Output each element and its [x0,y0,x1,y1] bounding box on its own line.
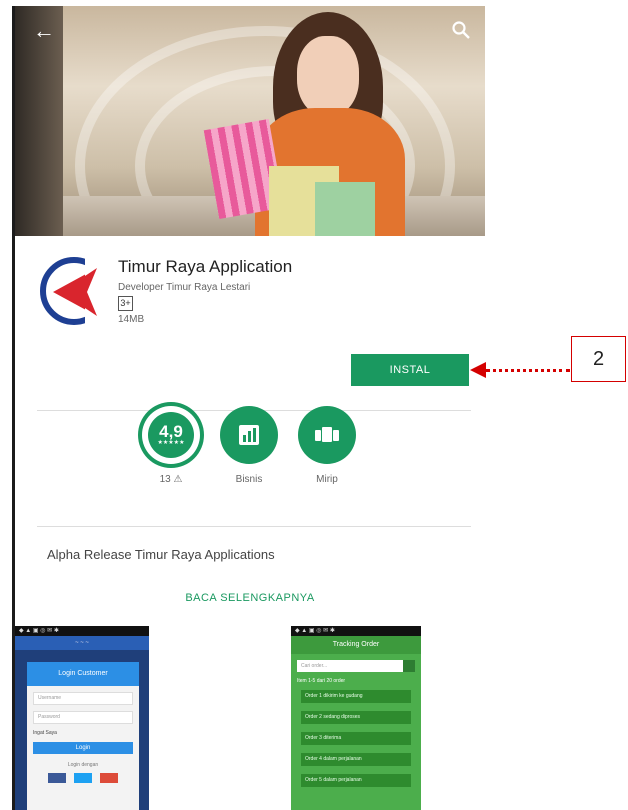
search-go-icon [403,660,415,672]
screenshot-tracking[interactable]: ◆ ▲ ▣ ◎ ✉ ✱ Tracking Order Cari order...… [291,626,421,810]
similar-stat[interactable]: Mirip [287,406,367,485]
developer-link[interactable]: Developer Timur Raya Lestari [118,282,250,293]
remember-checkbox: Ingat Saya [33,730,57,736]
tracking-row: Order 1 dikirim ke gudang [301,690,411,703]
chart-icon [239,425,259,445]
app-size: 14MB [118,314,145,325]
tracking-row: Order 2 sedang diproses [301,711,411,724]
annotation-dotted-line [486,369,570,372]
app-navbar: ~ ~ ~ [15,636,149,650]
woman-face [297,36,359,116]
read-more-link[interactable]: BACA SELENGKAPNYA [15,592,485,604]
annotation-number-box: 2 [571,336,626,382]
app-description: Alpha Release Timur Raya Applications [47,547,275,562]
google-icon [100,773,118,783]
social-separator: Login dengan [67,762,99,768]
similar-apps-icon [315,427,339,442]
divider [37,526,471,527]
similar-circle [298,406,356,464]
password-field: Password [33,711,133,724]
rating-stat[interactable]: 4,9 ★★★★★ 13 ⚠ [131,406,211,485]
login-header: Login Customer [27,662,139,686]
screenshot-login[interactable]: ◆ ▲ ▣ ◎ ✉ ✱ ~ ~ ~ Login Customer Usernam… [15,626,149,810]
category-circle [220,406,278,464]
tracking-search: Cari order... [297,660,415,672]
search-icon[interactable] [451,20,471,40]
category-stat[interactable]: Bisnis [209,406,289,485]
install-button[interactable]: INSTAL [351,354,469,386]
twitter-icon [74,773,92,783]
similar-label: Mirip [316,474,338,485]
login-card: Login Customer Username Password Ingat S… [27,662,139,810]
social-buttons [33,773,133,783]
rating-count: 13 ⚠ [159,474,183,485]
facebook-icon [48,773,66,783]
content-rating-badge: 3+ [118,296,133,311]
tracking-row: Order 3 diterima [301,732,411,745]
play-store-page: ← Timur Raya Application Developer Timur… [12,6,485,810]
username-field: Username [33,692,133,705]
annotation-arrow-icon [470,362,486,378]
login-button: Login [33,742,133,754]
rating-stars-icon: ★★★★★ [157,439,185,446]
status-bar: ◆ ▲ ▣ ◎ ✉ ✱ [291,626,421,636]
tracking-row: Order 4 dalam perjalanan [301,753,411,766]
tracking-search-placeholder: Cari order... [301,663,328,669]
hero-banner: ← [15,6,485,236]
tracking-pager: Item 1-5 dari 20 order [297,678,346,684]
tracking-row: Order 5 dalam perjalanan [301,774,411,787]
tracking-header: Tracking Order [291,636,421,654]
app-logo [40,256,109,326]
status-bar: ◆ ▲ ▣ ◎ ✉ ✱ [15,626,149,636]
rating-badge: 4,9 ★★★★★ [142,406,200,464]
app-title: Timur Raya Application [118,257,293,276]
rating-value: 4,9 [159,421,183,441]
category-label: Bisnis [235,474,263,485]
shopping-bag [315,182,375,236]
back-arrow-icon[interactable]: ← [33,20,55,42]
